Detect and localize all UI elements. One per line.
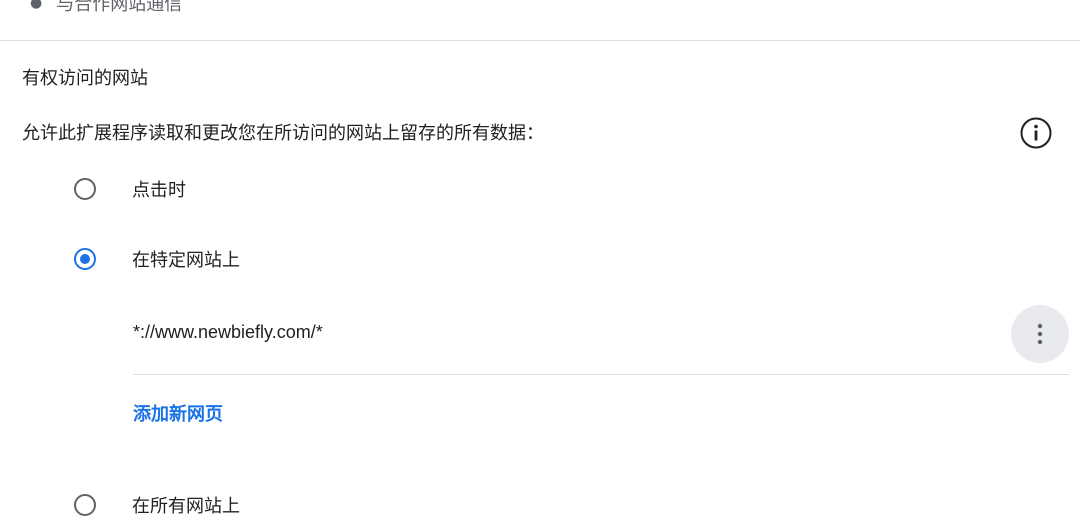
- add-site-link[interactable]: 添加新网页: [133, 400, 223, 426]
- more-actions-button[interactable]: [1011, 305, 1069, 363]
- radio-button[interactable]: [74, 494, 96, 516]
- radio-label: 在特定网站上: [132, 250, 240, 271]
- radio-button-selected[interactable]: [74, 248, 96, 270]
- divider: [133, 374, 1069, 375]
- radio-label: 在所有网站上: [132, 496, 240, 517]
- radio-label: 点击时: [132, 180, 186, 201]
- bullet-icon: ●: [30, 0, 43, 11]
- radio-option-specific-sites[interactable]: 在特定网站上: [74, 246, 240, 272]
- list-item-label: 与合作网站通信: [56, 0, 183, 15]
- radio-button[interactable]: [74, 178, 96, 200]
- radio-option-all-sites[interactable]: 在所有网站上: [74, 492, 240, 518]
- site-pattern: *://www.newbiefly.com/*: [133, 322, 323, 342]
- list-item: ● 与合作网站通信: [30, 0, 182, 16]
- more-vert-icon: [1037, 323, 1043, 345]
- divider: [0, 40, 1080, 41]
- section-title: 有权访问的网站: [22, 68, 148, 89]
- radio-option-on-click[interactable]: 点击时: [74, 176, 186, 202]
- site-access-description: 允许此扩展程序读取和更改您在所访问的网站上留存的所有数据：: [22, 123, 544, 144]
- info-icon[interactable]: [1019, 116, 1053, 150]
